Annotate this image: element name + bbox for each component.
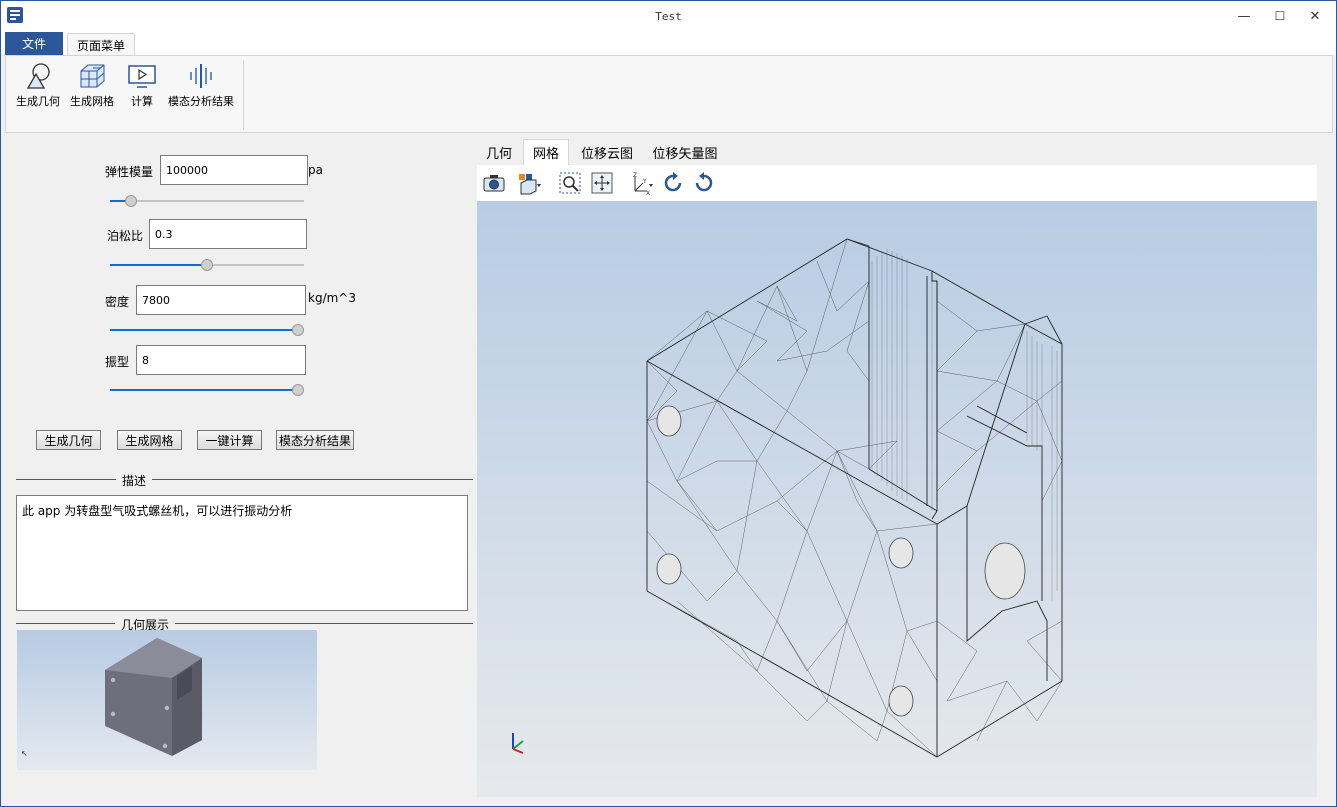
svg-text:Y: Y [642,178,647,185]
bolt-holes [656,405,1026,717]
geometry-preview-image: ↖ [17,630,317,770]
density-label: 密度 [105,295,130,309]
rotate-ccw-icon[interactable] [692,171,716,195]
fit-all-icon[interactable] [590,171,614,195]
geometry-icon [26,63,50,89]
rotate-cw-icon[interactable] [661,171,685,195]
tab-page-menu[interactable]: 页面菜单 [67,33,135,56]
ribbon-separator [243,60,244,130]
window-title: Test [655,10,682,23]
compute-icon [128,65,156,88]
camera-icon[interactable] [482,171,506,195]
view-axes-triad [512,733,524,754]
ribbon-panel: 生成几何 生成网格 计算 模态分析结果 [5,55,1333,133]
ribbon-button-label: 模态分析结果 [168,95,234,108]
generate-geometry-button[interactable]: 生成几何 [36,430,101,450]
ribbon-button-label: 生成网格 [70,95,114,108]
geometry-preview-model: ↖ [21,638,202,758]
svg-text:↖: ↖ [21,749,28,758]
poisson-ratio-input[interactable]: 0.3 [149,219,307,249]
tab-displacement-vector[interactable]: 位移矢量图 [645,139,725,165]
elastic-modulus-input[interactable]: 100000 [160,155,308,185]
mesh-icon [80,64,105,88]
description-group-line [16,479,473,480]
density-unit: kg/m^3 [308,291,356,305]
poisson-ratio-label: 泊松比 [107,229,144,243]
close-button[interactable]: ✕ [1298,1,1332,31]
ribbon-button-label: 计算 [131,95,153,108]
ribbon-compute-button[interactable]: 计算 [128,62,156,109]
elastic-modulus-label: 弹性模量 [105,165,154,179]
ribbon-generate-mesh-button[interactable]: 生成网格 [70,62,114,109]
generate-mesh-button[interactable]: 生成网格 [117,430,182,450]
display-mode-icon[interactable] [517,171,541,195]
parameter-panel: 弹性模量 100000 pa 泊松比 0.3 密度 7800 kg/m^3 振型… [5,135,475,803]
mode-count-slider[interactable] [110,384,304,396]
description-group-title: 描述 [116,472,153,489]
minimize-button[interactable]: — [1227,1,1261,31]
description-textbox[interactable]: 此 app 为转盘型气吸式螺丝机，可以进行振动分析 [16,495,468,611]
tab-file[interactable]: 文件 [5,32,63,55]
tab-mesh[interactable]: 网格 [523,139,569,165]
mesh-viewport[interactable] [477,201,1317,797]
title-bar: Test — ☐ ✕ [1,1,1336,31]
maximize-button[interactable]: ☐ [1263,1,1297,31]
poisson-ratio-slider[interactable] [110,259,304,271]
app-window: Test — ☐ ✕ 文件 页面菜单 生成几何 生成网格 计算 模态分析结果 弹… [0,0,1337,807]
ribbon-generate-geometry-button[interactable]: 生成几何 [16,62,60,109]
svg-text:X: X [646,190,650,195]
density-input[interactable]: 7800 [136,285,306,315]
elastic-modulus-slider[interactable] [110,195,304,207]
mesh-wireframe-model [512,238,1063,758]
viewer-toolbar: Z Y X [477,165,1317,201]
ribbon-modal-result-button[interactable]: 模态分析结果 [168,62,234,109]
elastic-modulus-unit: pa [308,163,323,177]
ribbon-button-label: 生成几何 [16,95,60,108]
mode-count-label: 振型 [105,355,130,369]
tab-displacement-contour[interactable]: 位移云图 [573,139,641,165]
geometry-display-group-line [16,623,473,624]
run-all-button[interactable]: 一键计算 [197,430,262,450]
modal-result-button[interactable]: 模态分析结果 [276,430,354,450]
zoom-box-icon[interactable] [558,171,582,195]
ribbon-tab-bar: 文件 页面菜单 [1,31,1336,56]
svg-text:Z: Z [633,172,637,179]
tab-geometry[interactable]: 几何 [477,139,521,165]
axes-orientation-icon[interactable]: Z Y X [629,171,653,195]
density-slider[interactable] [110,324,304,336]
mode-count-input[interactable]: 8 [136,345,306,375]
modal-result-icon [190,64,212,88]
